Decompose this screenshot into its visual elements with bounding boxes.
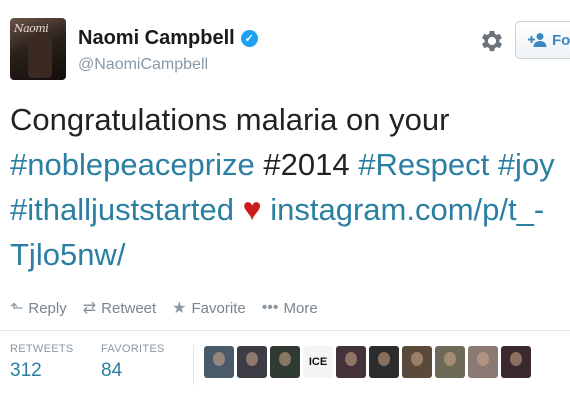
retweets-label: RETWEETS (10, 343, 74, 355)
avatar-figure (28, 32, 52, 78)
favoriter-avatar[interactable] (501, 346, 531, 378)
tweet-plain-text: #2014 (263, 146, 350, 182)
stats-divider (0, 330, 570, 331)
profile-avatar[interactable]: Naomi (10, 18, 66, 80)
favorites-label: FAVORITES (101, 343, 165, 355)
user-handle[interactable]: @NaomiCampbell (78, 56, 208, 74)
more-label: More (283, 299, 318, 317)
display-name[interactable]: Naomi Campbell ✓ (78, 27, 258, 50)
hashtag-link[interactable]: #Respect (358, 147, 489, 182)
star-icon: ★ (172, 300, 187, 317)
hashtag-link[interactable]: #ithalljuststarted (10, 192, 234, 227)
tweet-text: Congratulations malaria on your #noblepe… (10, 98, 570, 277)
retweet-button[interactable]: ⇄ Retweet (83, 298, 156, 318)
favorites-stat[interactable]: FAVORITES 84 (101, 343, 165, 382)
gear-icon[interactable] (478, 27, 506, 55)
retweet-label: Retweet (101, 299, 157, 317)
verified-badge-icon: ✓ (240, 30, 258, 47)
favoriter-avatar[interactable] (435, 346, 465, 378)
stats-separator (193, 345, 194, 385)
more-button[interactable]: ••• More (262, 299, 318, 317)
follow-label: Fo (552, 31, 570, 49)
follow-button[interactable]: Fo (515, 21, 570, 59)
favoriter-avatar[interactable] (402, 346, 432, 378)
display-name-text: Naomi Campbell (78, 27, 235, 49)
hashtag-link[interactable]: #noblepeaceprize (10, 147, 255, 182)
add-user-icon (528, 33, 547, 47)
favoriter-avatar[interactable] (336, 346, 366, 378)
tweet-line-1: Congratulations malaria on your (10, 102, 450, 137)
instagram-link-continued[interactable]: Tjlo5nw/ (10, 237, 125, 272)
tweet-line-3: #ithalljuststarted ♥ instagram.com/p/t_- (10, 187, 570, 233)
reply-label: Reply (28, 299, 67, 317)
heart-icon: ♥ (242, 191, 262, 227)
favoriters-avatars: ICE (204, 346, 531, 378)
reply-button[interactable]: ⬑ Reply (10, 298, 67, 318)
favoriter-avatar[interactable] (204, 346, 234, 378)
favorite-button[interactable]: ★ Favorite (172, 298, 246, 318)
tweet-line-2: #noblepeaceprize #2014 #Respect #joy (10, 143, 570, 188)
favoriter-avatar[interactable] (468, 346, 498, 378)
retweets-stat[interactable]: RETWEETS 312 (10, 343, 74, 382)
retweet-icon: ⇄ (82, 300, 97, 317)
favorites-count: 84 (101, 360, 123, 381)
favoriter-avatar[interactable] (369, 346, 399, 378)
favoriter-avatar[interactable]: ICE (303, 346, 333, 378)
tweet-line-4: Tjlo5nw/ (10, 233, 570, 278)
favorite-label: Favorite (191, 299, 246, 317)
retweets-count: 312 (10, 360, 42, 381)
instagram-link[interactable]: instagram.com/p/t_- (270, 192, 544, 227)
favoriter-avatar[interactable] (270, 346, 300, 378)
reply-icon: ⬑ (10, 300, 24, 317)
tweet-actions: ⬑ Reply ⇄ Retweet ★ Favorite ••• More (10, 298, 318, 318)
more-icon: ••• (261, 299, 279, 316)
hashtag-link[interactable]: #joy (498, 147, 555, 182)
favoriter-avatar[interactable] (237, 346, 267, 378)
